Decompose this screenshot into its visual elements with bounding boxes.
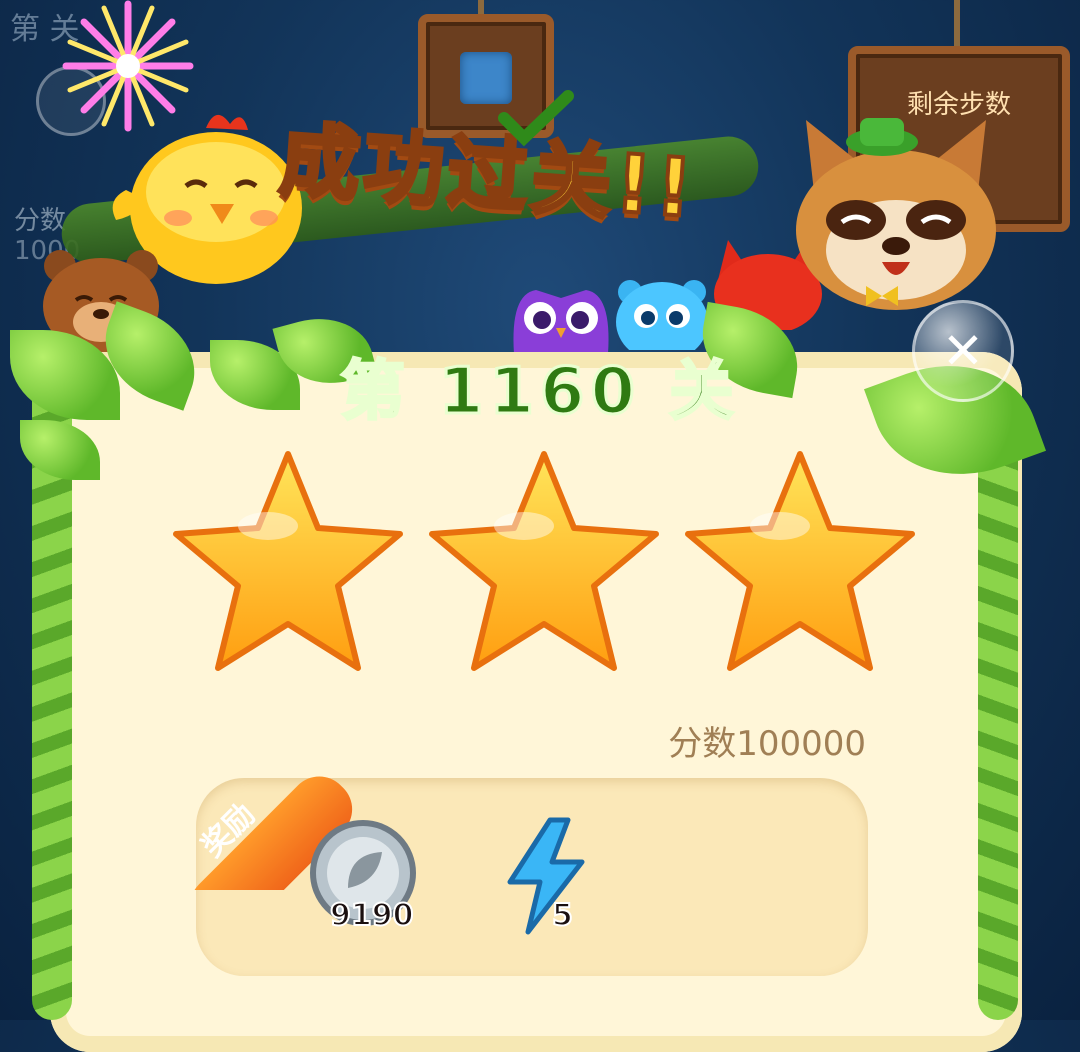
vine-right bbox=[978, 420, 1018, 1020]
coin-reward-count: 9190 bbox=[329, 897, 414, 934]
close-button[interactable]: ✕ bbox=[912, 300, 1014, 402]
star-3 bbox=[685, 451, 915, 671]
rope bbox=[954, 0, 960, 50]
background-score-label: 分数 bbox=[14, 206, 67, 236]
star-1 bbox=[173, 451, 403, 671]
blue-blob-character bbox=[616, 280, 708, 350]
score-text: 分数100000 bbox=[668, 724, 866, 764]
lightning-icon bbox=[507, 817, 585, 935]
star-2 bbox=[429, 451, 659, 671]
check-icon bbox=[498, 90, 574, 147]
close-icon: ✕ bbox=[942, 322, 984, 380]
energy-reward-count: 5 bbox=[551, 897, 574, 934]
raccoon-character bbox=[796, 118, 996, 310]
